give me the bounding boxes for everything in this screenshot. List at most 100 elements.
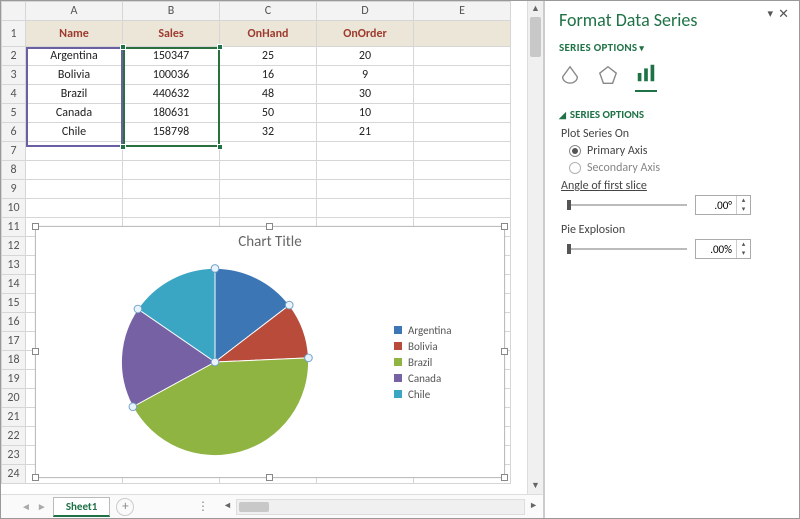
primary-axis-radio[interactable]: Primary Axis [569, 144, 787, 158]
cell[interactable]: 32 [220, 123, 317, 142]
pie-chart[interactable] [110, 257, 320, 467]
cell[interactable] [123, 180, 220, 199]
tab-nav-next-icon[interactable]: ► [37, 500, 47, 513]
cell[interactable]: 100036 [123, 66, 220, 85]
series-options-section-header[interactable]: ◢SERIES OPTIONS [559, 108, 787, 121]
resize-handle[interactable] [501, 223, 508, 230]
legend-item[interactable]: Chile [394, 388, 504, 401]
resize-handle[interactable] [266, 474, 273, 481]
cell[interactable] [414, 199, 511, 218]
scroll-thumb[interactable] [530, 17, 541, 57]
cell[interactable]: Argentina [26, 47, 123, 66]
cell[interactable]: Canada [26, 104, 123, 123]
row-header[interactable]: 10 [2, 199, 26, 218]
chart-legend[interactable]: ArgentinaBoliviaBrazilCanadaChile [394, 321, 504, 404]
cell[interactable] [414, 180, 511, 199]
cell[interactable]: 16 [220, 66, 317, 85]
cell[interactable]: 10 [317, 104, 414, 123]
fill-line-icon[interactable] [559, 64, 581, 90]
resize-handle[interactable] [501, 474, 508, 481]
resize-handle[interactable] [32, 223, 39, 230]
column-header[interactable]: A [26, 2, 123, 21]
row-header[interactable]: 7 [2, 142, 26, 161]
resize-handle[interactable] [32, 474, 39, 481]
resize-handle[interactable] [266, 223, 273, 230]
cell[interactable]: OnHand [220, 21, 317, 47]
cell[interactable]: 25 [220, 47, 317, 66]
column-header[interactable]: C [220, 2, 317, 21]
series-options-icon[interactable] [635, 62, 657, 92]
cell[interactable] [414, 85, 511, 104]
cell[interactable] [414, 123, 511, 142]
cell[interactable] [123, 142, 220, 161]
cell[interactable]: 150347 [123, 47, 220, 66]
row-header[interactable]: 21 [2, 408, 26, 427]
add-sheet-button[interactable]: + [116, 498, 134, 516]
row-header[interactable]: 1 [2, 21, 26, 47]
column-header[interactable]: B [123, 2, 220, 21]
row-header[interactable]: 4 [2, 85, 26, 104]
horizontal-scrollbar[interactable]: ◄ ► [236, 499, 525, 515]
tab-nav-prev-icon[interactable]: ◄ [21, 500, 31, 513]
row-header[interactable]: 8 [2, 161, 26, 180]
row-header[interactable]: 15 [2, 294, 26, 313]
resize-handle[interactable] [501, 348, 508, 355]
sheet-tab[interactable]: Sheet1 [53, 497, 111, 517]
cell[interactable] [414, 47, 511, 66]
cell[interactable]: 9 [317, 66, 414, 85]
angle-slider[interactable] [567, 198, 687, 212]
secondary-axis-radio[interactable]: Secondary Axis [569, 161, 787, 175]
cell[interactable]: Bolivia [26, 66, 123, 85]
cell[interactable] [414, 21, 511, 47]
row-header[interactable]: 24 [2, 465, 26, 484]
selection-point[interactable] [134, 305, 142, 313]
cell[interactable]: 30 [317, 85, 414, 104]
cell[interactable]: 21 [317, 123, 414, 142]
chart-title[interactable]: Chart Title [36, 227, 504, 251]
cell[interactable] [414, 66, 511, 85]
scroll-right-arrow[interactable]: ► [529, 500, 538, 511]
cell[interactable] [123, 199, 220, 218]
vertical-scrollbar[interactable]: ▲ ▼ [527, 1, 543, 494]
explosion-spinner[interactable]: .00% ▴▾ [695, 239, 751, 259]
cell[interactable] [123, 161, 220, 180]
effects-icon[interactable] [597, 64, 619, 90]
cell[interactable]: 20 [317, 47, 414, 66]
row-header[interactable]: 23 [2, 446, 26, 465]
row-header[interactable]: 18 [2, 351, 26, 370]
panel-close-icon[interactable]: ✕ [778, 7, 789, 22]
row-header[interactable]: 16 [2, 313, 26, 332]
cell[interactable] [220, 161, 317, 180]
scroll-left-arrow[interactable]: ◄ [223, 500, 232, 511]
cell[interactable]: Sales [123, 21, 220, 47]
cell[interactable]: Name [26, 21, 123, 47]
cell[interactable]: OnOrder [317, 21, 414, 47]
panel-pin-icon[interactable]: ▾ [767, 7, 773, 20]
row-header[interactable]: 9 [2, 180, 26, 199]
row-header[interactable]: 12 [2, 237, 26, 256]
row-header[interactable]: 17 [2, 332, 26, 351]
cell[interactable] [317, 161, 414, 180]
row-header[interactable]: 19 [2, 370, 26, 389]
scroll-up-arrow[interactable]: ▲ [528, 1, 543, 17]
embedded-chart[interactable]: Chart Title ArgentinaBoliviaBrazilCanada… [35, 226, 505, 478]
selection-point[interactable] [211, 265, 219, 273]
row-header[interactable]: 11 [2, 218, 26, 237]
cell[interactable] [26, 142, 123, 161]
resize-handle[interactable] [32, 348, 39, 355]
cell[interactable]: 440632 [123, 85, 220, 104]
angle-spinner[interactable]: .00° ▴▾ [695, 195, 751, 215]
row-header[interactable]: 2 [2, 47, 26, 66]
cell[interactable] [220, 180, 317, 199]
selection-point[interactable] [305, 354, 313, 362]
hscroll-thumb[interactable] [239, 502, 269, 512]
cell[interactable] [220, 142, 317, 161]
cell[interactable]: 158798 [123, 123, 220, 142]
legend-item[interactable]: Brazil [394, 356, 504, 369]
row-header[interactable]: 20 [2, 389, 26, 408]
row-header[interactable]: 13 [2, 256, 26, 275]
explosion-slider[interactable] [567, 242, 687, 256]
selection-point[interactable] [129, 403, 137, 411]
cell[interactable] [317, 180, 414, 199]
column-header[interactable]: D [317, 2, 414, 21]
